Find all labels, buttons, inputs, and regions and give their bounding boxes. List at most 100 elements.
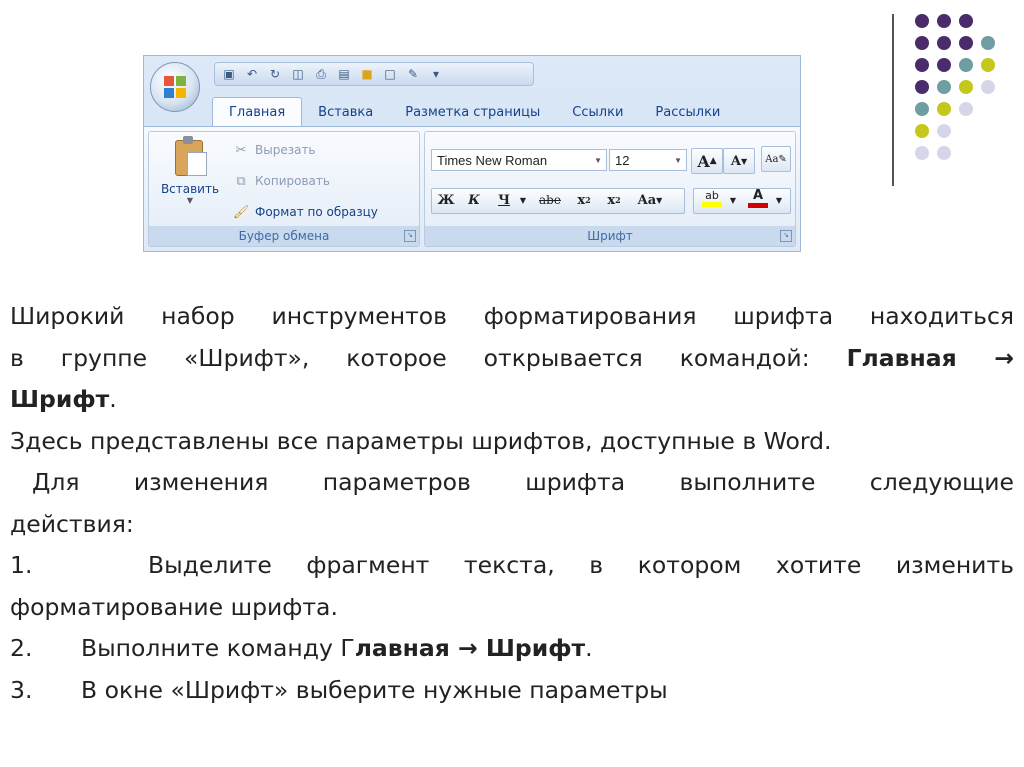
save-icon[interactable]: ▣: [221, 66, 237, 82]
customize-qat-icon[interactable]: ▾: [428, 66, 444, 82]
decorative-dot: [959, 36, 973, 50]
format-painter-button[interactable]: 🖌 Формат по образцу: [233, 204, 378, 220]
slide-body-text: Широкий набор инструментов форматировани…: [10, 296, 1014, 711]
decorative-dot: [915, 80, 929, 94]
ribbon-tabs: Главная Вставка Разметка страницы Ссылки…: [212, 96, 736, 126]
paragraph-1-line-2: в группе «Шрифт», которое открывается ко…: [10, 338, 1014, 380]
decorative-dot: [981, 58, 995, 72]
redo-icon[interactable]: ↻: [267, 66, 283, 82]
ribbon-tab-body: Вставить ▼ ✂ Вырезать ⧉ Копировать 🖌 Фор…: [144, 126, 800, 251]
copy-button[interactable]: ⧉ Копировать: [233, 173, 330, 189]
format-painter-label: Формат по образцу: [255, 205, 378, 219]
paragraph-1-period: .: [109, 385, 117, 413]
list-item-1-line-1: 1. Выделите фрагмент текста, в котором хо…: [10, 545, 1014, 587]
paintbrush-icon: 🖌: [232, 204, 250, 220]
strikethrough-button[interactable]: abe: [533, 188, 567, 212]
grow-font-label: A: [697, 151, 710, 171]
decorative-dot: [959, 58, 973, 72]
scissors-icon: ✂: [235, 142, 247, 158]
font-color-dropdown-icon[interactable]: ▼: [773, 188, 785, 212]
paragraph-1-line-1: Широкий набор инструментов форматировани…: [10, 302, 1014, 330]
decorative-dot: [937, 14, 951, 28]
highlight-label: ab: [705, 189, 719, 202]
list-item-1-line-2: форматирование шрифта.: [10, 592, 338, 621]
decorative-dot: [937, 102, 951, 116]
command-home-bold: Главная →: [846, 343, 1014, 372]
paragraph-2: Здесь представлены все параметры шрифтов…: [10, 426, 832, 455]
decorative-dot: [915, 146, 929, 160]
paragraph-1-line-3: Шрифт.: [10, 379, 1014, 421]
superscript-button[interactable]: x2: [601, 188, 627, 212]
tab-insert[interactable]: Вставка: [302, 98, 389, 126]
underline-button[interactable]: Ч: [491, 188, 517, 212]
highlight-color-bar: [702, 202, 722, 207]
subscript-button[interactable]: x2: [571, 188, 597, 212]
underline-dropdown-icon[interactable]: ▼: [517, 188, 529, 212]
superscript-label: x: [607, 192, 616, 208]
paste-button[interactable]: Вставить ▼: [155, 136, 225, 205]
clipboard-dialog-launcher-icon[interactable]: ↘: [404, 230, 416, 242]
paste-dropdown-arrow-icon[interactable]: ▼: [155, 196, 225, 205]
highlight-dropdown-icon[interactable]: ▼: [727, 188, 739, 212]
print-icon[interactable]: ⎙: [313, 66, 329, 82]
decorative-dot: [937, 36, 951, 50]
grow-font-button[interactable]: A ▲: [691, 148, 723, 174]
copy-label: Копировать: [255, 174, 330, 188]
print-preview-icon[interactable]: ◫: [290, 66, 306, 82]
font-dialog-launcher-icon[interactable]: ↘: [780, 230, 792, 242]
decorative-dot: [937, 80, 951, 94]
quick-access-toolbar: ▣ ↶ ↻ ◫ ⎙ ▤ ■ □ ✎ ▾: [214, 62, 534, 86]
list-item-1-text: Выделите фрагмент текста, в котором хоти…: [148, 551, 1014, 579]
italic-button[interactable]: К: [461, 188, 487, 212]
shrink-font-button[interactable]: A ▼: [723, 148, 755, 174]
new-document-icon[interactable]: □: [382, 66, 398, 82]
font-color-label: A: [752, 188, 764, 203]
paragraph-1-text: в группе «Шрифт», которое открывается ко…: [10, 343, 810, 372]
decorative-dot: [937, 146, 951, 160]
list-item-2-period: .: [585, 634, 593, 662]
cut-label: Вырезать: [255, 143, 316, 157]
font-name-value: Times New Roman: [437, 153, 548, 168]
chevron-down-icon: ▼: [656, 195, 663, 205]
decorative-dot: [915, 124, 929, 138]
chevron-down-icon: ▼: [674, 156, 682, 165]
list-item-3-number: 3.: [10, 675, 33, 704]
font-color-button[interactable]: A: [743, 186, 773, 210]
decorative-dot: [959, 102, 973, 116]
cut-button[interactable]: ✂ Вырезать: [233, 142, 316, 158]
list-item-3: 3. В окне «Шрифт» выберите нужные парамет…: [10, 670, 1014, 712]
list-item-3-text: В окне «Шрифт» выберите нужные параметры: [81, 675, 668, 704]
highlight-button[interactable]: ab: [697, 186, 727, 210]
list-item-2-text: Выполните команду Г: [81, 634, 355, 662]
grow-arrow-icon: ▲: [709, 156, 717, 166]
font-size-combobox[interactable]: 12 ▼: [609, 149, 687, 171]
tab-page-layout[interactable]: Разметка страницы: [389, 98, 556, 126]
tab-home[interactable]: Главная: [212, 97, 303, 126]
tab-references[interactable]: Ссылки: [556, 98, 639, 126]
decorative-dot: [959, 14, 973, 28]
paragraph-3-line-2: действия:: [10, 509, 134, 538]
decorative-dot: [915, 14, 929, 28]
edit-icon[interactable]: ✎: [405, 66, 421, 82]
list-item-2-bold: лавная → Шрифт: [354, 634, 586, 662]
font-size-value: 12: [615, 153, 630, 168]
clear-formatting-button[interactable]: Aa✎: [761, 146, 791, 172]
undo-icon[interactable]: ↶: [244, 66, 260, 82]
clear-formatting-icon: Aa✎: [765, 153, 787, 165]
office-button[interactable]: [150, 62, 200, 112]
open-folder-icon[interactable]: ■: [359, 66, 375, 82]
decorative-dot: [937, 124, 951, 138]
font-color-bar: [748, 203, 768, 208]
list-item-1-number: 1.: [10, 551, 33, 579]
spelling-icon[interactable]: ▤: [336, 66, 352, 82]
decorative-dot: [981, 80, 995, 94]
copy-icon: ⧉: [236, 173, 246, 189]
font-group: Times New Roman ▼ 12 ▼ A ▲ A ▼ Aa✎ Ж К Ч ▼…: [424, 131, 796, 247]
font-name-combobox[interactable]: Times New Roman ▼: [431, 149, 607, 171]
decorative-dot: [915, 102, 929, 116]
tab-mailings[interactable]: Рассылки: [639, 98, 736, 126]
paragraph-3-line-1: Для изменения параметров шрифта выполнит…: [32, 468, 1014, 496]
bold-button[interactable]: Ж: [433, 188, 459, 212]
change-case-button[interactable]: Aa ▼: [631, 188, 669, 212]
decorative-line: [892, 14, 894, 186]
